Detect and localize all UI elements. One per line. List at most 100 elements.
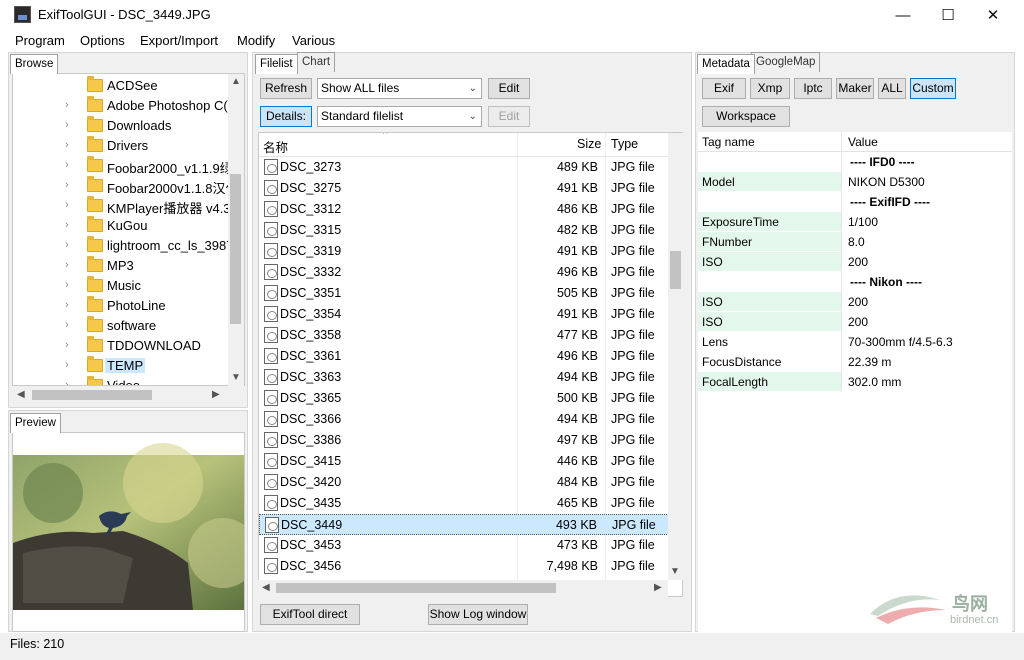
metadata-group-row[interactable]: ---- ExifIFD ---- bbox=[698, 192, 1012, 212]
menu-modify[interactable]: Modify bbox=[237, 33, 275, 48]
folder-item[interactable]: › MP3 bbox=[13, 256, 233, 276]
file-row[interactable]: DSC_3456 7,498 KB JPG file bbox=[259, 556, 669, 577]
maker-button[interactable]: Maker bbox=[836, 78, 874, 99]
chevron-right-icon[interactable]: › bbox=[65, 199, 69, 211]
menu-export-import[interactable]: Export/Import bbox=[140, 33, 218, 48]
metadata-row[interactable]: FNumber 8.0 bbox=[698, 232, 1012, 252]
column-size[interactable]: Size bbox=[577, 137, 601, 151]
scroll-down-icon[interactable]: ▼ bbox=[231, 372, 241, 383]
scroll-down-icon[interactable]: ▼ bbox=[670, 566, 680, 577]
filelist-hscroll-thumb[interactable] bbox=[276, 583, 556, 593]
metadata-group-row[interactable]: ---- IFD0 ---- bbox=[698, 152, 1012, 172]
chevron-right-icon[interactable]: › bbox=[65, 159, 69, 171]
scroll-right-icon[interactable]: ▶ bbox=[212, 389, 220, 400]
minimize-button[interactable]: — bbox=[880, 0, 926, 30]
folder-item[interactable]: › software bbox=[13, 316, 233, 336]
chevron-right-icon[interactable]: › bbox=[65, 99, 69, 111]
folder-item[interactable]: › Foobar2000v1.1.8汉化 bbox=[13, 176, 233, 196]
tab-filelist[interactable]: Filelist bbox=[255, 54, 298, 74]
folder-tree[interactable]: ACDSee › Adobe Photoshop C(› Downloads › Driv… bbox=[12, 73, 245, 386]
file-row[interactable]: DSC_3365 500 KB JPG file bbox=[259, 388, 669, 409]
tab-browse[interactable]: Browse bbox=[10, 54, 59, 74]
file-row[interactable]: DSC_3351 505 KB JPG file bbox=[259, 283, 669, 304]
scroll-left-icon[interactable]: ◀ bbox=[262, 582, 270, 593]
iptc-button[interactable]: Iptc bbox=[794, 78, 832, 99]
all-button[interactable]: ALL bbox=[878, 78, 906, 99]
file-row[interactable]: DSC_3354 491 KB JPG file bbox=[259, 304, 669, 325]
filelist-vscroll-thumb[interactable] bbox=[670, 251, 681, 289]
metadata-row[interactable]: FocalLength 302.0 mm bbox=[698, 372, 1012, 392]
metadata-row[interactable]: ISO 200 bbox=[698, 312, 1012, 332]
chevron-right-icon[interactable]: › bbox=[65, 379, 69, 385]
filter-select[interactable]: Show ALL files ⌄ bbox=[317, 78, 482, 99]
folder-item[interactable]: ACDSee bbox=[13, 76, 233, 96]
folder-item[interactable]: › KuGou bbox=[13, 216, 233, 236]
file-row[interactable]: DSC_3420 484 KB JPG file bbox=[259, 472, 669, 493]
metadata-row[interactable]: Model NIKON D5300 bbox=[698, 172, 1012, 192]
custom-button[interactable]: Custom bbox=[910, 78, 956, 99]
file-row[interactable]: DSC_3449 493 KB JPG file bbox=[259, 514, 669, 535]
menu-options[interactable]: Options bbox=[80, 33, 125, 48]
chevron-right-icon[interactable]: › bbox=[65, 219, 69, 231]
chevron-right-icon[interactable]: › bbox=[65, 119, 69, 131]
scroll-right-icon[interactable]: ▶ bbox=[654, 582, 662, 593]
file-row[interactable]: DSC_3363 494 KB JPG file bbox=[259, 367, 669, 388]
view-select[interactable]: Standard filelist ⌄ bbox=[317, 106, 482, 127]
file-row[interactable]: DSC_3315 482 KB JPG file bbox=[259, 220, 669, 241]
edit-filter-button[interactable]: Edit bbox=[488, 78, 530, 99]
folder-item[interactable]: › Foobar2000_v1.1.9绿 bbox=[13, 156, 233, 176]
chevron-right-icon[interactable]: › bbox=[65, 279, 69, 291]
file-row[interactable]: DSC_3358 477 KB JPG file bbox=[259, 325, 669, 346]
file-row[interactable]: DSC_3273 489 KB JPG file bbox=[259, 157, 669, 178]
close-button[interactable]: ✕ bbox=[970, 0, 1016, 30]
maximize-button[interactable]: ☐ bbox=[925, 0, 971, 30]
file-row[interactable]: DSC_3435 465 KB JPG file bbox=[259, 493, 669, 514]
file-row[interactable]: DSC_3361 496 KB JPG file bbox=[259, 346, 669, 367]
file-row[interactable]: DSC_3332 496 KB JPG file bbox=[259, 262, 669, 283]
folder-item[interactable]: › Downloads bbox=[13, 116, 233, 136]
folder-item[interactable]: › Music bbox=[13, 276, 233, 296]
folder-item[interactable]: › PhotoLine bbox=[13, 296, 233, 316]
menu-various[interactable]: Various bbox=[292, 33, 335, 48]
workspace-button[interactable]: Workspace bbox=[702, 106, 790, 127]
metadata-row[interactable]: Lens 70-300mm f/4.5-6.3 bbox=[698, 332, 1012, 352]
chevron-right-icon[interactable]: › bbox=[65, 319, 69, 331]
chevron-right-icon[interactable]: › bbox=[65, 259, 69, 271]
folder-item[interactable]: › KMPlayer播放器 v4.3. bbox=[13, 196, 233, 216]
header-value[interactable]: Value bbox=[844, 132, 1012, 151]
file-row[interactable]: DSC_3319 491 KB JPG file bbox=[259, 241, 669, 262]
folder-item[interactable]: › Adobe Photoshop C( bbox=[13, 96, 233, 116]
exif-button[interactable]: Exif bbox=[702, 78, 746, 99]
folder-item[interactable]: › TEMP bbox=[13, 356, 233, 376]
details-button[interactable]: Details: bbox=[260, 106, 312, 127]
metadata-row[interactable]: FocusDistance 22.39 m bbox=[698, 352, 1012, 372]
chevron-right-icon[interactable]: › bbox=[65, 139, 69, 151]
folder-item[interactable]: › lightroom_cc_ls_3987 bbox=[13, 236, 233, 256]
metadata-row[interactable]: ExposureTime 1/100 bbox=[698, 212, 1012, 232]
file-list[interactable]: 名称 ^ Size Type DSC_3273 489 KB JPG file DSC… bbox=[258, 132, 683, 597]
tree-hscrollbar[interactable]: ◀ ▶ bbox=[12, 386, 228, 404]
tree-vscroll-thumb[interactable] bbox=[230, 174, 241, 324]
edit-view-button[interactable]: Edit bbox=[488, 106, 530, 127]
menu-program[interactable]: Program bbox=[15, 33, 65, 48]
folder-item[interactable]: › Drivers bbox=[13, 136, 233, 156]
file-row[interactable]: DSC_3366 494 KB JPG file bbox=[259, 409, 669, 430]
scroll-left-icon[interactable]: ◀ bbox=[17, 389, 25, 400]
tree-hscroll-thumb[interactable] bbox=[32, 390, 152, 400]
xmp-button[interactable]: Xmp bbox=[750, 78, 790, 99]
metadata-row[interactable]: ISO 200 bbox=[698, 252, 1012, 272]
refresh-button[interactable]: Refresh bbox=[260, 78, 312, 99]
tab-metadata[interactable]: Metadata bbox=[697, 54, 755, 74]
file-row[interactable]: DSC_3275 491 KB JPG file bbox=[259, 178, 669, 199]
metadata-row[interactable]: ISO 200 bbox=[698, 292, 1012, 312]
show-log-button[interactable]: Show Log window bbox=[428, 604, 528, 625]
file-row[interactable]: DSC_3415 446 KB JPG file bbox=[259, 451, 669, 472]
column-name[interactable]: 名称 bbox=[263, 137, 288, 156]
column-type[interactable]: Type bbox=[611, 137, 638, 151]
folder-item[interactable]: › Video bbox=[13, 376, 233, 385]
filelist-vscrollbar[interactable]: ▼ bbox=[668, 133, 683, 580]
filelist-hscrollbar[interactable]: ◀ ▶ bbox=[258, 580, 668, 597]
tree-vscrollbar[interactable]: ▲ ▼ bbox=[228, 74, 244, 386]
file-row[interactable]: DSC_3312 486 KB JPG file bbox=[259, 199, 669, 220]
tab-googlemap[interactable]: GoogleMap bbox=[751, 52, 821, 72]
